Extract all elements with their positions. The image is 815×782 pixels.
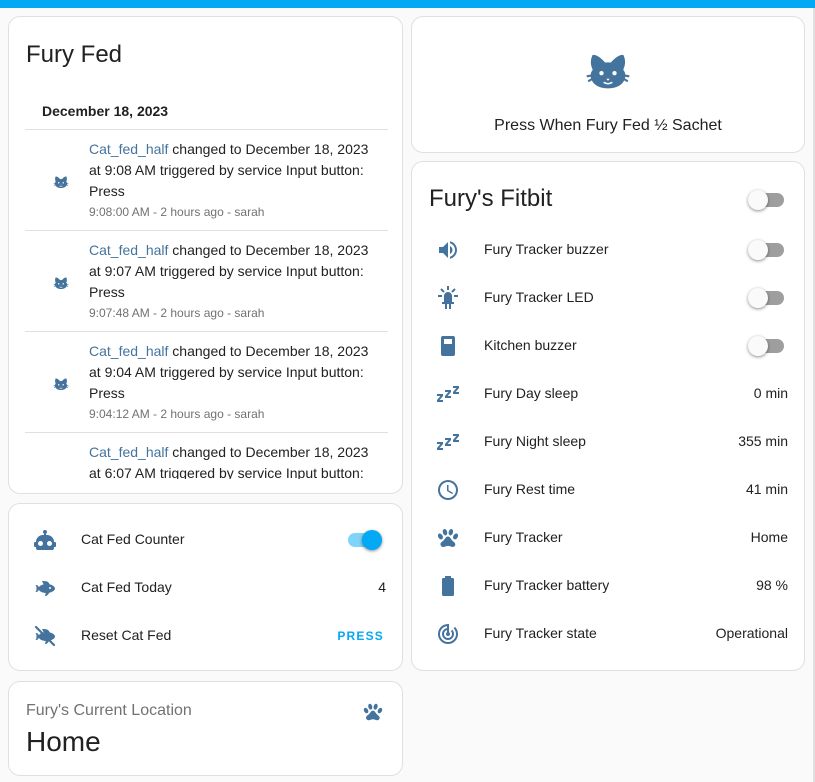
logbook-entry: Cat_fed_half changed to December 18, 202… [25,432,388,479]
entity-link[interactable]: Cat_fed_half [89,343,168,359]
fitbit-card: Fury's Fitbit Fury Tracker buzzer Fury T… [411,161,805,671]
logbook-entry: Cat_fed_half changed to December 18, 202… [25,331,388,432]
fitbit-row-kitchen-buzzer[interactable]: Kitchen buzzer [412,322,804,370]
entity-link[interactable]: Cat_fed_half [89,444,168,460]
logbook-message: Cat_fed_half changed to December 18, 202… [89,242,369,300]
paw-icon [436,526,460,550]
volume-icon [436,238,460,262]
row-value: 41 min [745,481,788,497]
fitbit-header-toggle[interactable] [748,190,784,210]
row-name: Reset Cat Fed [81,627,172,643]
logbook-card: Fury Fed December 18, 2023 Cat_fed_half … [8,16,403,494]
cat-fed-entities-card: Cat Fed Counter Cat Fed Today 4 Reset Ca… [8,503,403,671]
row-value: 0 min [753,385,788,401]
logbook-meta: 9:07:48 AM - 2 hours ago - sarah [89,306,265,320]
fish-off-icon [33,624,57,648]
fitbit-row-day-sleep[interactable]: Fury Day sleep 0 min [412,370,804,418]
row-name: Cat Fed Today [81,579,172,595]
led-toggle[interactable] [748,288,784,308]
fitbit-row-rest-time[interactable]: Fury Rest time 41 min [412,466,804,514]
logbook-meta: 9:04:12 AM - 2 hours ago - sarah [89,407,265,421]
sleep-icon [436,430,460,454]
logbook-message: Cat_fed_half changed to December 18, 202… [89,444,369,479]
logbook-entry: Cat_fed_half changed to December 18, 202… [25,129,388,230]
logbook-list[interactable]: Cat_fed_half changed to December 18, 202… [25,129,388,479]
fitbit-row-tracker-battery[interactable]: Fury Tracker battery 98 % [412,562,804,610]
location-state: Home [26,726,101,757]
row-value: 4 [378,579,386,595]
cat-icon [51,375,71,393]
fitbit-row-tracker-buzzer[interactable]: Fury Tracker buzzer [412,226,804,274]
cat-icon [577,45,639,97]
clock-icon [436,478,460,502]
row-name: Fury Tracker battery [484,577,610,593]
entity-row-cat-fed-counter[interactable]: Cat Fed Counter [9,516,402,564]
cat-icon [51,173,71,191]
location-name: Fury's Current Location [26,702,192,719]
fish-icon [33,576,57,600]
entity-row-cat-fed-today[interactable]: Cat Fed Today 4 [9,564,402,612]
logbook-title: Fury Fed [26,41,123,68]
logbook-date: December 18, 2023 [42,103,169,119]
row-name: Fury Day sleep [484,385,579,401]
logbook-message: Cat_fed_half changed to December 18, 202… [89,343,369,401]
row-name: Fury Night sleep [484,433,586,449]
fitbit-row-tracker-led[interactable]: Fury Tracker LED [412,274,804,322]
kitchen-buzzer-toggle[interactable] [748,336,784,356]
battery-icon [436,574,460,598]
logbook-meta: 9:08:00 AM - 2 hours ago - sarah [89,205,265,219]
counter-toggle[interactable] [346,530,382,550]
top-accent-bar [0,0,815,8]
fitbit-title: Fury's Fitbit [429,185,553,212]
row-name: Fury Tracker state [484,625,597,641]
row-name: Fury Tracker buzzer [484,241,609,257]
logbook-entry: Cat_fed_half changed to December 18, 202… [25,230,388,331]
location-card[interactable]: Fury's Current Location Home [8,681,403,776]
row-name: Fury Tracker LED [484,289,594,305]
row-name: Fury Tracker [484,529,563,545]
remote-icon [436,334,460,358]
entity-link[interactable]: Cat_fed_half [89,242,168,258]
fed-button-label: Press When Fury Fed ½ Sachet [494,117,722,134]
row-value: Home [750,529,788,545]
fitbit-row-tracker[interactable]: Fury Tracker Home [412,514,804,562]
press-button[interactable]: PRESS [337,629,384,643]
row-name: Fury Rest time [484,481,576,497]
row-value: 355 min [738,433,788,449]
row-value: Operational [715,625,788,641]
row-name: Cat Fed Counter [81,531,185,547]
fed-button-card[interactable]: Press When Fury Fed ½ Sachet [411,16,805,153]
entity-link[interactable]: Cat_fed_half [89,141,168,157]
logbook-message: Cat_fed_half changed to December 18, 202… [89,141,369,199]
fitbit-row-night-sleep[interactable]: Fury Night sleep 355 min [412,418,804,466]
radar-icon [436,622,460,646]
sleep-icon [436,382,460,406]
paw-icon [362,701,384,723]
row-value: 98 % [756,577,788,593]
buzzer-toggle[interactable] [748,240,784,260]
entity-row-reset-cat-fed[interactable]: Reset Cat Fed PRESS [9,612,402,660]
led-icon [436,286,460,310]
cat-icon [51,274,71,292]
robot-icon [33,528,57,552]
fitbit-row-tracker-state[interactable]: Fury Tracker state Operational [412,610,804,658]
cat-icon [51,476,71,479]
row-name: Kitchen buzzer [484,337,577,353]
